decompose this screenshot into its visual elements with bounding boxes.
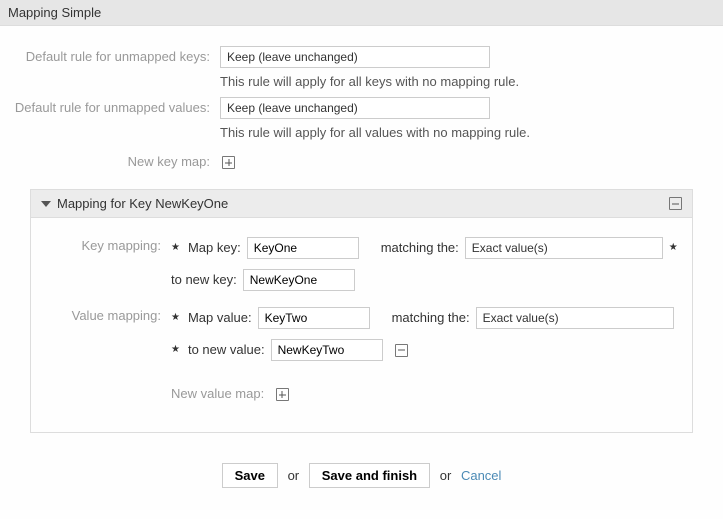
plus-icon[interactable] xyxy=(222,156,235,169)
panel-header[interactable]: Mapping for Key NewKeyOne xyxy=(31,190,692,218)
select-unmapped-values[interactable]: Keep (leave unchanged) xyxy=(220,97,490,119)
plus-icon[interactable] xyxy=(276,388,289,401)
label-new-key-map: New key map: xyxy=(10,154,220,169)
new-key-input[interactable] xyxy=(243,269,355,291)
map-value-text: Map value: xyxy=(188,305,252,331)
label-key-mapping: Key mapping: xyxy=(31,238,171,253)
label-value-mapping: Value mapping: xyxy=(31,308,171,323)
value-unmapped-keys: Keep (leave unchanged) This rule will ap… xyxy=(220,46,713,89)
select-unmapped-keys[interactable]: Keep (leave unchanged) xyxy=(220,46,490,68)
page-title: Mapping Simple xyxy=(8,5,101,20)
required-star-icon: ★ xyxy=(171,235,180,261)
content-value-mapping: ★ Map value: matching the: Exact value(s… xyxy=(171,303,682,407)
value-new-key-map xyxy=(220,154,713,169)
required-star-icon: ★ xyxy=(669,235,678,261)
collapse-triangle-icon[interactable] xyxy=(41,201,51,207)
content-key-mapping: ★ Map key: matching the: Exact value(s) … xyxy=(171,233,682,293)
row-value-mapping: Value mapping: ★ Map value: matching the… xyxy=(31,303,682,407)
help-unmapped-values: This rule will apply for all values with… xyxy=(220,125,713,140)
map-value-input[interactable] xyxy=(258,307,370,329)
buttons-row: Save or Save and finish or Cancel xyxy=(10,463,713,488)
panel-title: Mapping for Key NewKeyOne xyxy=(57,196,228,211)
help-unmapped-keys: This rule will apply for all keys with n… xyxy=(220,74,713,89)
matching-text-1: matching the: xyxy=(381,235,459,261)
label-unmapped-values: Default rule for unmapped values: xyxy=(10,100,220,115)
map-key-input[interactable] xyxy=(247,237,359,259)
main-content: Default rule for unmapped keys: Keep (le… xyxy=(0,26,723,498)
or-text-2: or xyxy=(440,468,452,483)
mapping-panel: Mapping for Key NewKeyOne Key mapping: ★… xyxy=(30,189,693,433)
matching-text-2: matching the: xyxy=(392,305,470,331)
to-new-value-text: to new value: xyxy=(188,337,265,363)
new-value-input[interactable] xyxy=(271,339,383,361)
save-button[interactable]: Save xyxy=(222,463,278,488)
or-text-1: or xyxy=(288,468,300,483)
row-unmapped-keys: Default rule for unmapped keys: Keep (le… xyxy=(10,46,713,89)
row-unmapped-values: Default rule for unmapped values: Keep (… xyxy=(10,97,713,140)
row-key-mapping: Key mapping: ★ Map key: matching the: Ex… xyxy=(31,233,682,293)
required-star-icon: ★ xyxy=(171,305,180,331)
to-new-key-text: to new key: xyxy=(171,267,237,293)
new-value-map-label: New value map: xyxy=(171,386,264,401)
label-unmapped-keys: Default rule for unmapped keys: xyxy=(10,49,220,64)
panel-header-left: Mapping for Key NewKeyOne xyxy=(41,196,228,211)
cancel-link[interactable]: Cancel xyxy=(461,468,501,483)
page-header: Mapping Simple xyxy=(0,0,723,26)
row-new-key-map: New key map: xyxy=(10,154,713,169)
remove-panel-icon[interactable] xyxy=(669,197,682,210)
select-key-matching[interactable]: Exact value(s) xyxy=(465,237,663,259)
remove-value-icon[interactable] xyxy=(395,344,408,357)
value-unmapped-values: Keep (leave unchanged) This rule will ap… xyxy=(220,97,713,140)
panel-body: Key mapping: ★ Map key: matching the: Ex… xyxy=(31,218,692,432)
select-value-matching[interactable]: Exact value(s) xyxy=(476,307,674,329)
map-key-text: Map key: xyxy=(188,235,241,261)
required-star-icon: ★ xyxy=(171,337,180,363)
save-finish-button[interactable]: Save and finish xyxy=(309,463,430,488)
